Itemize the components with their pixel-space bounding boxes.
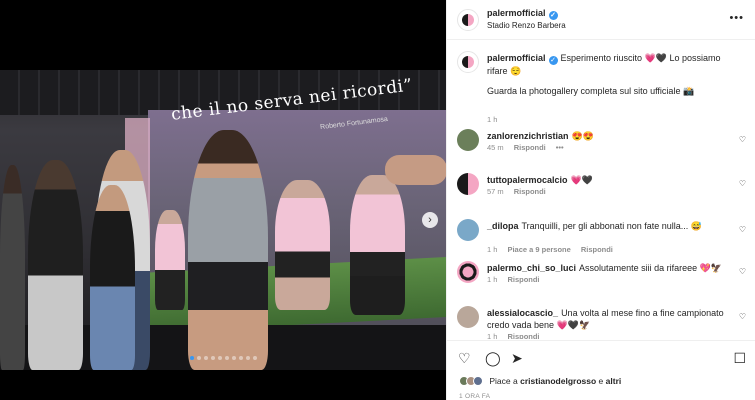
comment-time: 1 h <box>487 275 498 284</box>
reply-button[interactable]: Rispondi <box>514 187 546 196</box>
likes-user[interactable]: cristianodelgrosso <box>520 376 596 386</box>
avatar[interactable] <box>457 219 479 241</box>
verified-icon: ✓ <box>548 11 558 20</box>
reply-button[interactable]: Rispondi <box>507 275 539 284</box>
comment-time: 1 h <box>487 245 498 254</box>
bookmark-icon[interactable]: ☐ <box>733 350 746 367</box>
comment-time: 57 m <box>487 187 504 196</box>
comment-likes[interactable]: Piace a 9 persone <box>507 245 570 254</box>
comment-like-heart-icon[interactable]: ♡ <box>739 179 746 188</box>
comment-text: Tranquilli, per gli abbonati non fate nu… <box>521 221 702 231</box>
comments-list[interactable]: palermofficial ✓ Esperimento riuscito 💗🖤 L… <box>447 41 755 339</box>
avatar[interactable] <box>457 129 479 151</box>
post-photo: che il no serva nei ricordi” Roberto For… <box>0 70 446 370</box>
comment-time: 45 m <box>487 143 504 152</box>
action-bar: ♡ ◯ ➤ ☐ <box>447 340 755 375</box>
comment-like-heart-icon[interactable]: ♡ <box>739 267 746 276</box>
comment-like-heart-icon[interactable]: ♡ <box>739 135 746 144</box>
comment-like-heart-icon[interactable]: ♡ <box>739 312 746 321</box>
avatar[interactable] <box>457 173 479 195</box>
post-media[interactable]: che il no serva nei ricordi” Roberto For… <box>0 0 446 400</box>
comment-username[interactable]: alessialocascio_ <box>487 308 558 318</box>
carousel-dot <box>245 356 250 360</box>
verified-icon: ✓ <box>548 56 558 65</box>
photo-person <box>0 165 25 370</box>
photo-player-cutout <box>275 180 330 310</box>
location-link[interactable]: Stadio Renzo Barbera <box>487 21 566 30</box>
comment-text: 😍😍 <box>571 131 594 141</box>
comment-username[interactable]: zanlorenzichristian <box>487 131 569 141</box>
avatar[interactable] <box>457 261 479 283</box>
comment-meta: 1 h Rispondi <box>487 275 550 284</box>
header-username[interactable]: palermofficial ✓ <box>487 8 558 20</box>
carousel-dot <box>238 356 243 360</box>
posted-time: 1 ORA FA <box>459 393 491 400</box>
more-horizontal-icon[interactable]: ••• <box>729 12 744 24</box>
carousel-next-button[interactable]: › <box>422 212 438 228</box>
comment-more-icon[interactable]: ••• <box>556 143 564 152</box>
reply-button[interactable]: Rispondi <box>507 332 539 339</box>
comment-icon[interactable]: ◯ <box>485 350 501 367</box>
carousel-dot <box>189 356 194 360</box>
carousel-dot <box>217 356 222 360</box>
carousel-dot <box>203 356 208 360</box>
carousel-dots <box>0 356 446 360</box>
photo-person <box>28 160 83 370</box>
photo-person <box>188 130 268 370</box>
likes-others[interactable]: altri <box>606 376 622 386</box>
carousel-dot <box>210 356 215 360</box>
post-header: palermofficial ✓ Stadio Renzo Barbera ••• <box>447 0 755 40</box>
comment-username[interactable]: palermo_chi_so_luci <box>487 263 576 273</box>
comment-meta: 1 h Piace a 9 persone Rispondi <box>487 245 623 254</box>
reply-button[interactable]: Rispondi <box>581 245 613 254</box>
caption-username[interactable]: palermofficial <box>487 53 546 63</box>
caption-time: 1 h <box>487 115 498 124</box>
comment-meta: 45 m Rispondi ••• <box>487 143 574 152</box>
comment-meta: 1 h Rispondi <box>487 332 550 339</box>
caption-text-2: Guarda la photogallery completa sul sito… <box>487 86 695 96</box>
comment-meta: 57 m Rispondi <box>487 187 556 196</box>
carousel-dot <box>224 356 229 360</box>
likes-summary[interactable]: Piace a cristianodelgrosso e altri <box>459 376 621 386</box>
photo-player-cutout <box>155 210 185 310</box>
heart-icon[interactable]: ♡ <box>458 350 471 367</box>
send-icon[interactable]: ➤ <box>511 350 523 367</box>
avatar[interactable] <box>457 51 479 73</box>
post-panel: palermofficial ✓ Stadio Renzo Barbera •••… <box>446 0 755 400</box>
comment-text: 💗🖤 <box>570 175 593 185</box>
comment-username[interactable]: _dilopa <box>487 221 519 231</box>
username-text[interactable]: palermofficial <box>487 8 546 18</box>
carousel-dot <box>231 356 236 360</box>
likes-suffix: e <box>598 376 604 386</box>
reply-button[interactable]: Rispondi <box>514 143 546 152</box>
avatar[interactable] <box>457 306 479 328</box>
comment-text: Assolutamente siii da rifareee 💖🦅 <box>579 263 723 273</box>
likes-prefix: Piace a <box>489 376 518 386</box>
photo-hand <box>385 155 446 185</box>
photo-person <box>90 185 135 370</box>
avatar <box>473 376 483 386</box>
comment-time: 1 h <box>487 332 498 339</box>
comment-like-heart-icon[interactable]: ♡ <box>739 225 746 234</box>
photo-player-cutout <box>350 175 405 315</box>
comment-username[interactable]: tuttopalermocalcio <box>487 175 568 185</box>
avatar[interactable] <box>457 9 479 31</box>
carousel-dot <box>196 356 201 360</box>
carousel-dot <box>252 356 257 360</box>
